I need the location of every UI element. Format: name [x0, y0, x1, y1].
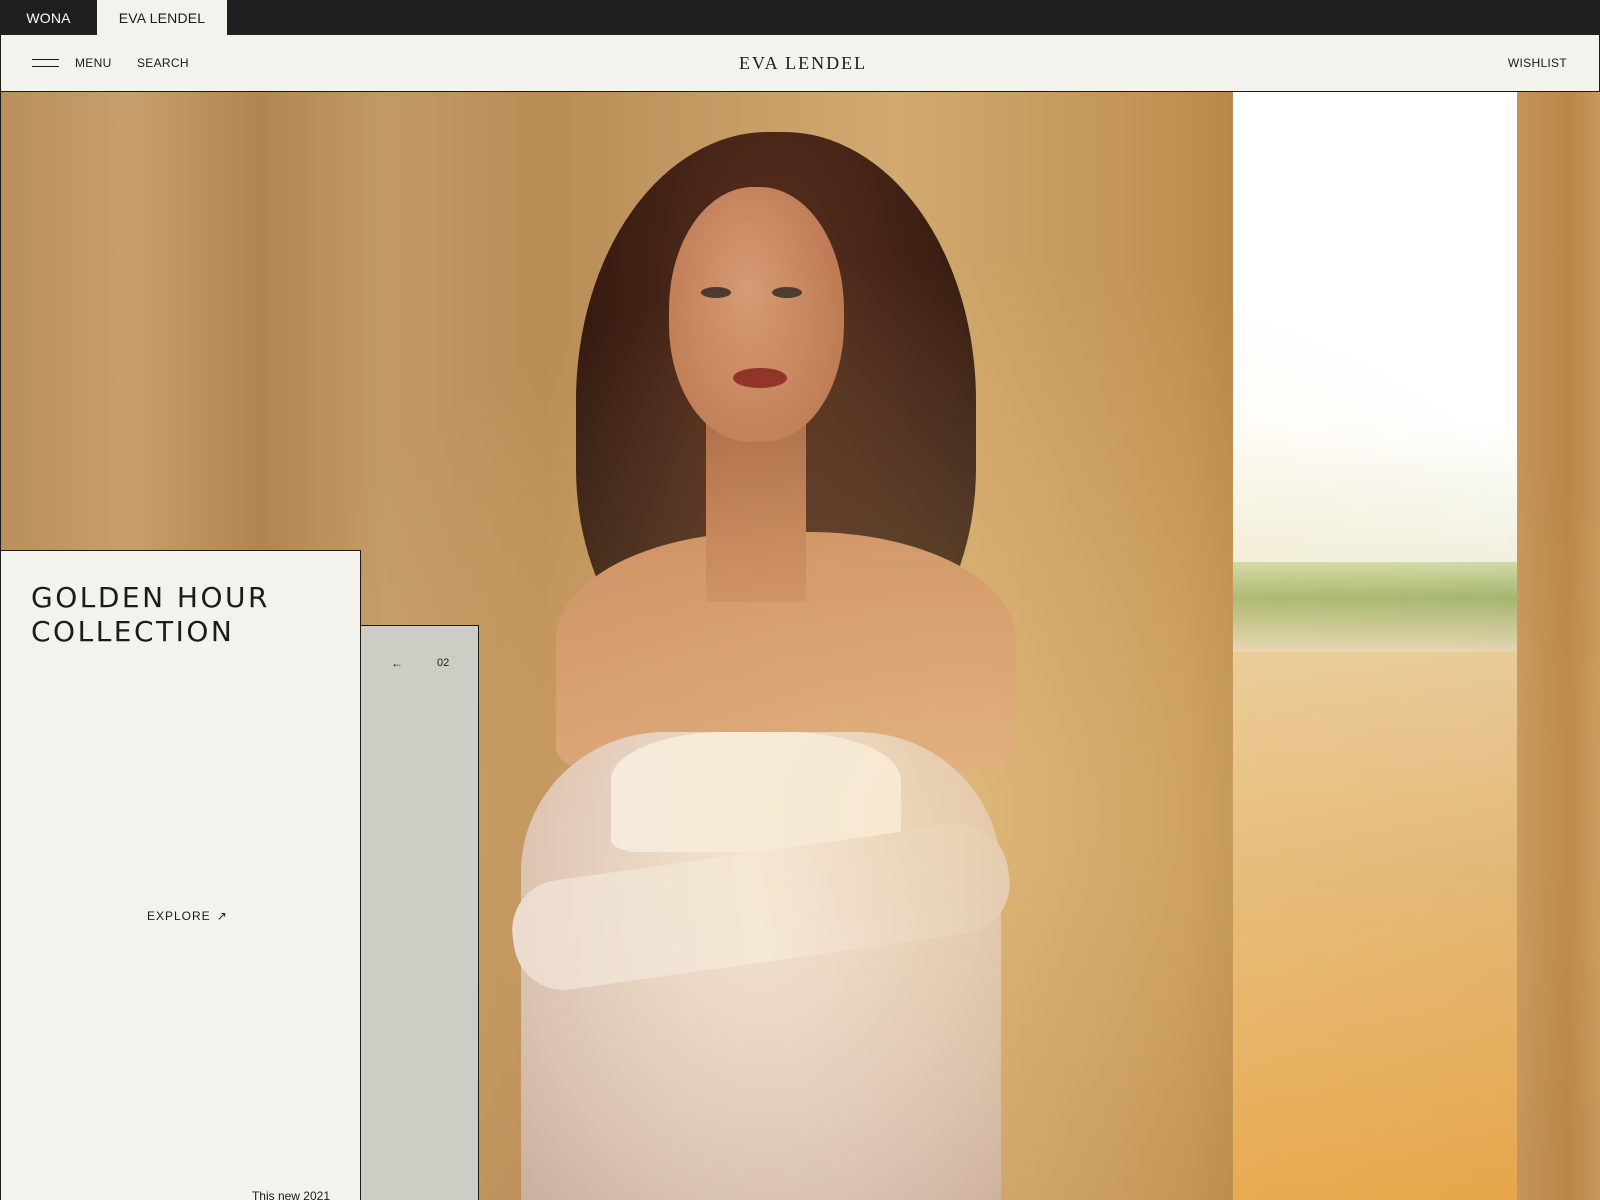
explore-link[interactable]: EXPLORE ↗: [147, 909, 228, 923]
brand-tab-eva-lendel[interactable]: EVA LENDEL: [97, 0, 227, 35]
slide-pager: ← 02: [360, 625, 479, 1200]
wishlist-label: WISHLIST: [1507, 56, 1567, 70]
arrow-left-icon[interactable]: ←: [391, 656, 403, 670]
slide-number: 02: [437, 657, 450, 669]
menu-button[interactable]: MENU: [32, 35, 112, 91]
site-logo[interactable]: EVA LENDEL: [739, 35, 867, 91]
explore-label: EXPLORE: [147, 909, 211, 923]
wishlist-button[interactable]: WISHLIST: [1508, 35, 1567, 91]
search-button[interactable]: SEARCH: [137, 35, 189, 91]
search-label: SEARCH: [137, 56, 189, 70]
brand-tab-wona[interactable]: WONA: [0, 0, 97, 35]
collection-card: GOLDEN HOUR COLLECTION EXPLORE ↗ This ne…: [0, 550, 361, 1200]
brand-switcher-bar: WONA EVA LENDEL: [0, 0, 1600, 35]
hamburger-icon: [32, 59, 59, 67]
collection-caption: This new 2021: [251, 1189, 330, 1200]
collection-title: GOLDEN HOUR COLLECTION: [31, 581, 270, 648]
menu-label: MENU: [75, 56, 112, 70]
site-header: MENU SEARCH EVA LENDEL WISHLIST: [0, 35, 1600, 92]
arrow-up-right-icon: ↗: [216, 909, 228, 923]
